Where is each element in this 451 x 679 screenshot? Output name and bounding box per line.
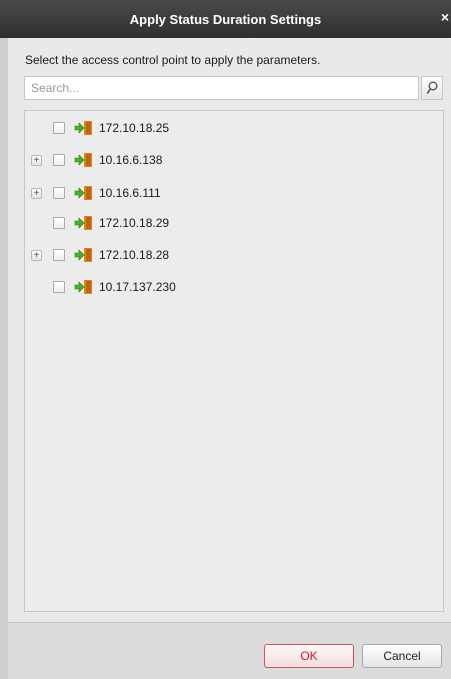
tree-node[interactable]: + 10.16.6.138 <box>25 149 443 171</box>
node-checkbox[interactable] <box>53 122 65 134</box>
access-point-tree: 172.10.18.25 + 10.16.6.138 + 10.16.6.111 <box>24 110 444 612</box>
door-icon <box>74 153 92 167</box>
node-checkbox[interactable] <box>53 249 65 261</box>
node-label: 172.10.18.25 <box>99 121 170 135</box>
door-icon <box>74 186 92 200</box>
expand-icon[interactable]: + <box>31 154 42 166</box>
dialog-titlebar: Apply Status Duration Settings × <box>0 0 451 38</box>
door-icon <box>74 248 92 262</box>
node-label: 10.17.137.230 <box>99 280 176 294</box>
close-icon[interactable]: × <box>441 10 449 24</box>
window-edge <box>0 0 8 679</box>
expand-icon[interactable]: + <box>31 249 42 261</box>
dialog-footer: OK Cancel <box>8 622 451 679</box>
node-checkbox[interactable] <box>53 217 65 229</box>
expand-icon[interactable]: + <box>31 187 42 199</box>
node-checkbox[interactable] <box>53 187 65 199</box>
tree-node[interactable]: + 10.16.6.111 <box>25 182 443 204</box>
tree-node[interactable]: 172.10.18.25 <box>25 117 443 139</box>
dialog-title: Apply Status Duration Settings <box>129 11 322 27</box>
tree-node[interactable]: 172.10.18.29 <box>25 212 443 234</box>
door-icon <box>74 280 92 294</box>
node-checkbox[interactable] <box>53 281 65 293</box>
node-label: 172.10.18.28 <box>99 248 170 262</box>
ok-button[interactable]: OK <box>264 644 354 668</box>
node-label: 10.16.6.138 <box>99 153 163 167</box>
search-input[interactable] <box>24 76 419 100</box>
door-icon <box>74 216 92 230</box>
search-button[interactable] <box>421 76 443 100</box>
instruction-text: Select the access control point to apply… <box>25 53 321 67</box>
node-checkbox[interactable] <box>53 154 65 166</box>
search-icon <box>426 81 438 95</box>
search-bar <box>24 76 443 100</box>
apply-status-duration-dialog: Apply Status Duration Settings × Select … <box>0 0 451 679</box>
cancel-button[interactable]: Cancel <box>362 644 442 668</box>
node-label: 10.16.6.111 <box>99 186 161 200</box>
tree-node[interactable]: + 172.10.18.28 <box>25 244 443 266</box>
door-icon <box>74 121 92 135</box>
node-label: 172.10.18.29 <box>99 216 170 230</box>
tree-node[interactable]: 10.17.137.230 <box>25 276 443 298</box>
